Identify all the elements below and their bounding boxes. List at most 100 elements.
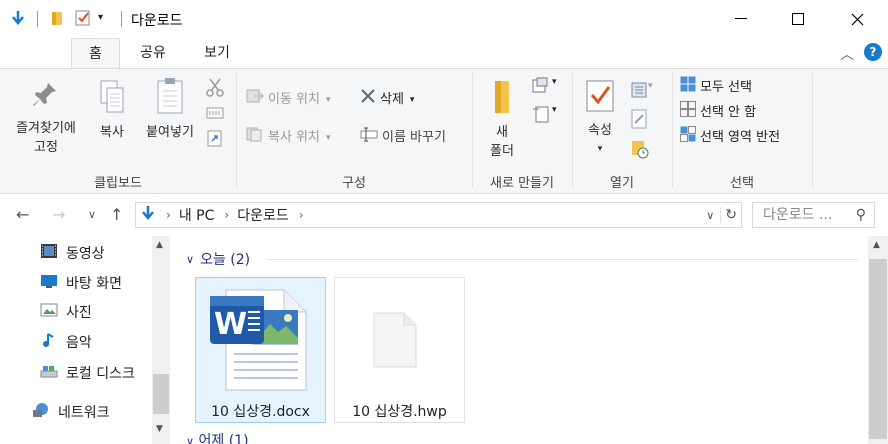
group-header-yesterday[interactable]: ∨ 어제 (1) <box>186 430 249 444</box>
up-arrow-icon[interactable]: ↑ <box>110 205 123 224</box>
nav-item-desktop[interactable]: 바탕 화면 <box>40 271 122 295</box>
tab-share[interactable]: 공유 <box>124 38 182 68</box>
pin-label-2: 고정 <box>34 140 58 155</box>
dropdown-arrow-icon: ▾ <box>325 133 331 143</box>
breadcrumb-chevron-icon[interactable]: › <box>299 208 304 222</box>
properties-check-icon[interactable] <box>74 9 92 27</box>
paste-button[interactable]: 붙여넣기 <box>138 77 202 142</box>
dropdown-arrow-icon: ▾ <box>325 95 331 105</box>
address-bar[interactable]: › 내 PC › 다운로드 › ∨ ↻ <box>135 202 742 228</box>
file-list-scrollbar-thumb[interactable] <box>869 259 887 439</box>
select-none-icon <box>680 101 696 125</box>
delete-button[interactable]: 삭제 ▾ <box>360 89 414 111</box>
minimize-button[interactable] <box>711 0 771 38</box>
select-none-button[interactable]: 선택 안 함 <box>680 101 757 125</box>
recent-locations-chevron-icon[interactable]: ∨ <box>88 208 96 221</box>
nav-item-music[interactable]: 음악 <box>40 330 92 354</box>
scroll-up-icon[interactable]: ▲ <box>873 240 880 250</box>
nav-pane-scrollbar-thumb[interactable] <box>153 374 169 414</box>
address-dropdown-icon[interactable]: ∨ <box>706 209 714 222</box>
help-icon[interactable]: ? <box>864 43 882 61</box>
group-header-divider <box>268 259 858 260</box>
scroll-up-icon[interactable]: ▲ <box>156 240 163 250</box>
clipboard-group-label: 클립보드 <box>94 176 142 191</box>
group-header-today[interactable]: ∨ 오늘 (2) <box>186 249 250 269</box>
nav-item-pictures[interactable]: 사진 <box>40 300 92 324</box>
move-to-button[interactable]: 이동 위치 ▾ <box>246 89 331 111</box>
easy-access-icon[interactable]: ▾ <box>532 105 557 126</box>
properties-button[interactable]: 속성 ▾ <box>578 79 622 159</box>
pin-label-1: 즐겨찾기에 <box>16 121 76 136</box>
properties-label: 속성 <box>588 123 612 138</box>
history-icon[interactable] <box>630 139 650 163</box>
new-item-icon[interactable]: ▾ <box>532 77 557 98</box>
rename-button[interactable]: 이름 바꾸기 <box>360 127 446 149</box>
collapse-chevron-icon[interactable]: ∨ <box>186 253 194 266</box>
back-arrow-icon[interactable]: ← <box>16 205 29 224</box>
refresh-icon[interactable]: ↻ <box>720 207 737 223</box>
desktop-icon <box>40 273 58 293</box>
forward-arrow-icon[interactable]: → <box>52 205 65 224</box>
breadcrumb-chevron-icon[interactable]: › <box>224 208 229 222</box>
cut-icon[interactable] <box>206 77 224 101</box>
move-to-icon <box>246 88 264 112</box>
group-header-label: 어제 (1) <box>198 433 249 444</box>
file-item-docx[interactable]: W 10 십상경.docx <box>195 277 326 423</box>
tab-view[interactable]: 보기 <box>186 38 248 68</box>
breadcrumb-downloads[interactable]: 다운로드 <box>237 205 289 225</box>
maximize-button[interactable] <box>768 0 828 38</box>
nav-item-videos[interactable]: 동영상 <box>40 241 105 265</box>
ribbon-tabs: 파일 홈 공유 보기 ︿ ? <box>0 38 888 444</box>
properties-icon <box>578 79 622 119</box>
open-icon[interactable]: ▾ <box>630 81 653 102</box>
title-separator <box>37 11 38 27</box>
move-to-label: 이동 위치 <box>268 92 320 107</box>
search-icon[interactable]: ⚲ <box>856 203 866 227</box>
new-folder-button[interactable]: 새 폴더 <box>480 79 524 161</box>
copy-to-button[interactable]: 복사 위치 ▾ <box>246 127 331 149</box>
quick-access-down-arrow-icon[interactable] <box>9 9 27 27</box>
close-button[interactable] <box>827 0 887 38</box>
svg-text:W: W <box>214 307 247 342</box>
scroll-down-icon[interactable]: ▼ <box>156 424 163 434</box>
nav-item-label: 사진 <box>66 305 92 321</box>
select-all-button[interactable]: 모두 선택 <box>680 76 752 100</box>
open-group-label: 열기 <box>610 176 634 191</box>
downloads-arrow-icon <box>140 205 156 225</box>
tab-home[interactable]: 홈 <box>71 38 120 69</box>
collapse-ribbon-icon[interactable]: ︿ <box>840 44 854 64</box>
new-folder-icon <box>480 79 524 121</box>
folder-icon[interactable] <box>48 9 66 27</box>
title-bar: ▾ 다운로드 <box>0 0 888 38</box>
copy-to-label: 복사 위치 <box>268 130 320 145</box>
collapse-chevron-icon[interactable]: ∨ <box>186 435 194 444</box>
dropdown-arrow-icon: ▾ <box>597 144 603 154</box>
nav-item-network[interactable]: 네트워크 <box>32 400 110 424</box>
network-icon <box>32 402 50 422</box>
search-placeholder: 다운로드 ... <box>763 207 833 223</box>
new-folder-label-2: 폴더 <box>490 144 514 159</box>
invert-selection-button[interactable]: 선택 영역 반전 <box>680 126 781 149</box>
copy-to-icon <box>246 126 264 150</box>
select-none-label: 선택 안 함 <box>700 105 757 120</box>
file-name: 10 십상경.hwp <box>352 404 447 420</box>
copy-icon <box>92 79 132 121</box>
select-all-icon <box>680 76 696 100</box>
breadcrumb-this-pc[interactable]: 내 PC <box>179 205 215 225</box>
new-folder-label-1: 새 <box>496 125 508 140</box>
copy-path-icon[interactable] <box>206 105 224 125</box>
pin-to-quick-access-button[interactable]: 즐겨찾기에 고정 <box>6 81 86 157</box>
paste-icon <box>138 77 202 121</box>
paste-shortcut-icon[interactable] <box>206 129 224 151</box>
nav-item-local-disk[interactable]: 로컬 디스크 <box>40 361 135 385</box>
customize-toolbar-icon[interactable]: ▾ <box>98 9 116 27</box>
file-item-hwp[interactable]: 10 십상경.hwp <box>334 277 465 423</box>
new-group-label: 새로 만들기 <box>490 176 554 191</box>
edit-icon[interactable] <box>630 109 648 133</box>
select-all-label: 모두 선택 <box>700 80 752 95</box>
search-box[interactable]: 다운로드 ... ⚲ <box>752 202 875 228</box>
copy-button[interactable]: 복사 <box>92 79 132 142</box>
invert-selection-label: 선택 영역 반전 <box>700 130 781 145</box>
paste-label: 붙여넣기 <box>146 125 194 140</box>
breadcrumb-chevron-icon[interactable]: › <box>166 208 171 222</box>
